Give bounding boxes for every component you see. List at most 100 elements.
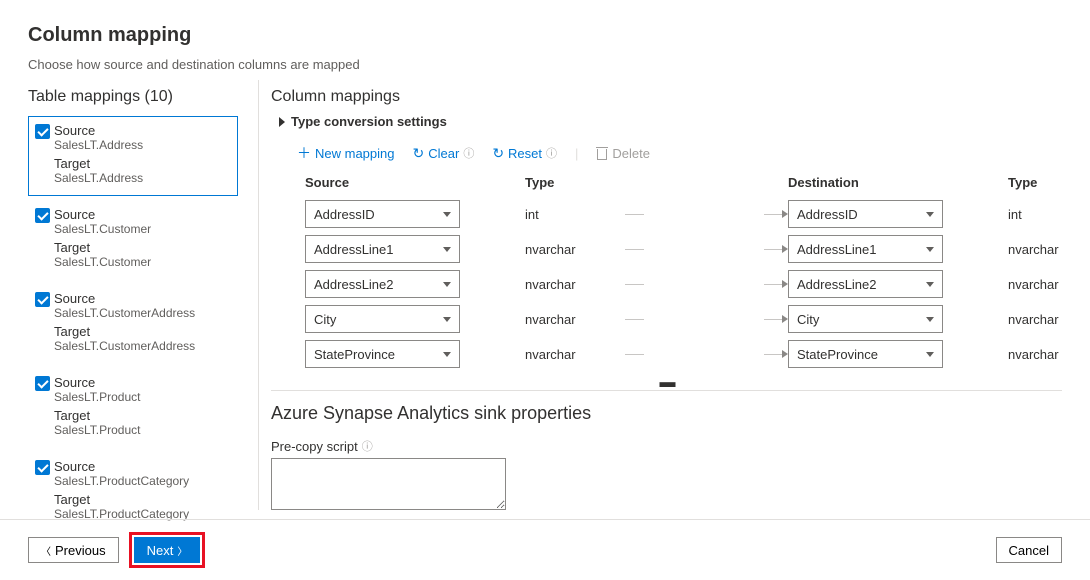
source-column-dropdown[interactable]: AddressLine2 (305, 270, 460, 298)
next-label: Next (147, 543, 174, 558)
target-label: Target (54, 408, 231, 423)
target-label: Target (54, 492, 231, 507)
delete-label: Delete (612, 146, 650, 161)
new-mapping-label: New mapping (315, 146, 395, 161)
cancel-button[interactable]: Cancel (996, 537, 1062, 563)
sink-title: Azure Synapse Analytics sink properties (271, 403, 1062, 424)
precopy-script-input[interactable] (271, 458, 506, 510)
table-mapping-item[interactable]: Source SalesLT.CustomerAddress Target Sa… (28, 284, 238, 364)
table-mappings-panel: Table mappings (10) Source SalesLT.Addre… (28, 80, 238, 510)
type-conversion-label: Type conversion settings (291, 114, 447, 129)
clear-label: Clear (428, 146, 459, 161)
source-column-dropdown[interactable]: AddressLine1 (305, 235, 460, 263)
table-mapping-item[interactable]: Source SalesLT.Customer Target SalesLT.C… (28, 200, 238, 280)
source-label: Source (54, 291, 231, 306)
delete-button: Delete (596, 146, 650, 161)
destination-column-dropdown[interactable]: StateProvince (788, 340, 943, 368)
info-icon: ⓘ (463, 145, 474, 161)
target-label: Target (54, 156, 231, 171)
source-column-dropdown[interactable]: City (305, 305, 460, 333)
table-mappings-title: Table mappings (10) (28, 88, 238, 106)
column-mappings-title: Column mappings (271, 88, 1062, 106)
info-icon: ⓘ (546, 145, 557, 161)
mapping-checkbox[interactable] (35, 124, 50, 139)
destination-column-dropdown[interactable]: AddressID (788, 200, 943, 228)
source-column-header: Source (305, 175, 525, 190)
page-subtitle: Choose how source and destination column… (28, 57, 1062, 72)
target-name: SalesLT.CustomerAddress (54, 339, 231, 353)
dest-type-value: nvarchar (1008, 340, 1062, 368)
sink-properties-section: Azure Synapse Analytics sink properties … (271, 390, 1062, 510)
columns-area: Source AddressID AddressLine1 AddressLine2… (271, 175, 1062, 375)
target-name: SalesLT.Product (54, 423, 231, 437)
precopy-script-label: Pre-copy script (271, 439, 358, 454)
source-type-value: nvarchar (525, 235, 625, 263)
destination-column-dropdown[interactable]: AddressLine2 (788, 270, 943, 298)
source-name: SalesLT.Product (54, 390, 231, 404)
dest-type-value: nvarchar (1008, 235, 1062, 263)
mapping-checkbox[interactable] (35, 376, 50, 391)
previous-button[interactable]: 〈 Previous (28, 537, 119, 563)
refresh-icon: ↻ (413, 145, 425, 162)
mapping-connector (625, 235, 788, 263)
clear-button[interactable]: ↻ Clear ⓘ (413, 145, 475, 162)
table-mapping-item[interactable]: Source SalesLT.Address Target SalesLT.Ad… (28, 116, 238, 196)
destination-column-header: Destination (788, 175, 1008, 190)
mapping-checkbox[interactable] (35, 292, 50, 307)
previous-label: Previous (55, 543, 106, 558)
mapping-connector (625, 270, 788, 298)
page-title: Column mapping (28, 24, 1062, 47)
source-column-dropdown[interactable]: AddressID (305, 200, 460, 228)
source-label: Source (54, 459, 231, 474)
source-label: Source (54, 123, 231, 138)
source-name: SalesLT.Customer (54, 222, 231, 236)
destination-column-dropdown[interactable]: City (788, 305, 943, 333)
panel-resizer[interactable]: ▬ (271, 375, 1062, 390)
source-label: Source (54, 207, 231, 222)
destination-column-dropdown[interactable]: AddressLine1 (788, 235, 943, 263)
dest-type-value: nvarchar (1008, 305, 1062, 333)
chevron-left-icon: 〈 (41, 543, 51, 558)
mapping-connector (625, 200, 788, 228)
mapping-connector (625, 340, 788, 368)
source-name: SalesLT.Address (54, 138, 231, 152)
reset-button[interactable]: ↻ Reset ⓘ (492, 145, 557, 162)
plus-icon: ＋ (297, 143, 311, 163)
new-mapping-button[interactable]: ＋ New mapping (297, 143, 395, 163)
page-header: Column mapping Choose how source and des… (0, 0, 1090, 80)
cancel-label: Cancel (1009, 543, 1049, 558)
mappings-toolbar: ＋ New mapping ↻ Clear ⓘ ↻ Reset ⓘ | Dele… (297, 143, 1062, 163)
table-mapping-item[interactable]: Source SalesLT.Product Target SalesLT.Pr… (28, 368, 238, 448)
refresh-icon: ↻ (492, 145, 504, 162)
dest-type-column-header: Type (1008, 175, 1062, 190)
source-type-value: int (525, 200, 625, 228)
mapping-connector (625, 305, 788, 333)
chevron-right-icon: 〉 (177, 543, 187, 558)
trash-icon (596, 147, 608, 160)
info-icon: ⓘ (362, 438, 373, 454)
target-name: SalesLT.Address (54, 171, 231, 185)
next-button[interactable]: Next 〉 (134, 537, 201, 563)
type-conversion-toggle[interactable]: Type conversion settings (279, 114, 1062, 129)
source-type-value: nvarchar (525, 305, 625, 333)
reset-label: Reset (508, 146, 542, 161)
source-column-dropdown[interactable]: StateProvince (305, 340, 460, 368)
column-mappings-panel: Column mappings Type conversion settings… (258, 80, 1062, 510)
source-name: SalesLT.CustomerAddress (54, 306, 231, 320)
wizard-footer: 〈 Previous Next 〉 Cancel (0, 519, 1090, 580)
next-button-highlight: Next 〉 (129, 532, 206, 568)
target-label: Target (54, 240, 231, 255)
dest-type-value: nvarchar (1008, 270, 1062, 298)
target-label: Target (54, 324, 231, 339)
target-name: SalesLT.Customer (54, 255, 231, 269)
grip-icon: ▬ (654, 382, 680, 386)
source-type-value: nvarchar (525, 270, 625, 298)
type-column-header: Type (525, 175, 625, 190)
mapping-checkbox[interactable] (35, 208, 50, 223)
source-name: SalesLT.ProductCategory (54, 474, 231, 488)
dest-type-value: int (1008, 200, 1062, 228)
mapping-checkbox[interactable] (35, 460, 50, 475)
caret-right-icon (279, 117, 285, 127)
source-label: Source (54, 375, 231, 390)
source-type-value: nvarchar (525, 340, 625, 368)
